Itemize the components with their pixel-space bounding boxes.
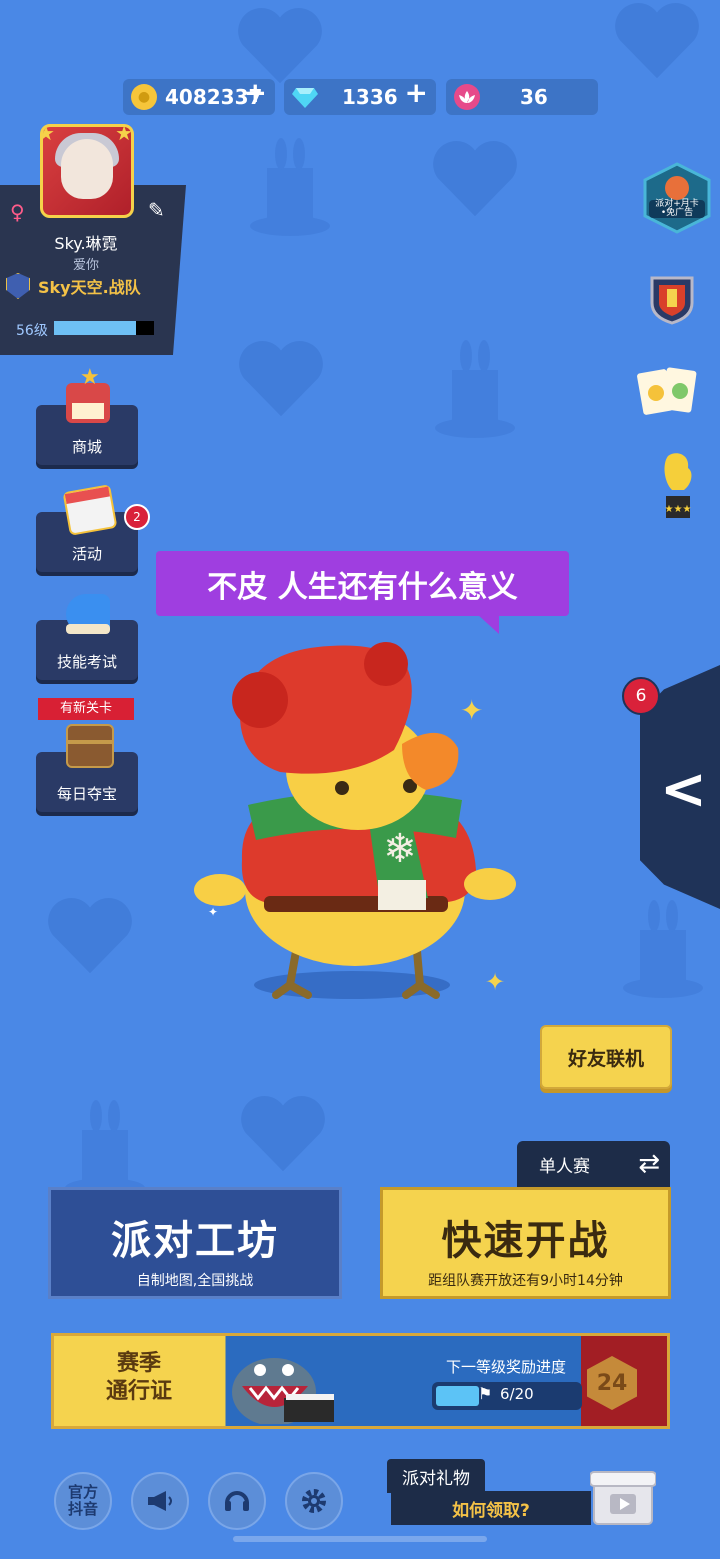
party-workshop-subtitle: 自制地图,全国挑战 <box>136 1273 254 1289</box>
coin-icon: ● <box>131 84 157 110</box>
customer-service-button[interactable] <box>208 1472 266 1530</box>
douyin-label-line2: 抖音 <box>67 1500 98 1518</box>
gift-box-icon[interactable] <box>590 1462 656 1526</box>
edit-profile-icon[interactable]: ✎ <box>148 198 165 222</box>
cards-icon[interactable] <box>636 365 698 417</box>
quick-battle-button[interactable]: 快速开战 距组队赛开放还有9小时14分钟 <box>380 1187 671 1299</box>
season-pass-title-line2: 通行证 <box>105 1379 172 1404</box>
team-row[interactable]: Sky天空.战队 <box>6 273 141 299</box>
treasure-chest-icon <box>66 724 114 768</box>
flag-icon: ⚑ <box>478 1384 493 1403</box>
season-mascot-icon <box>232 1358 334 1424</box>
season-progress-text: 6/20 <box>500 1385 534 1403</box>
game-mode-label: 单人赛 <box>539 1156 590 1177</box>
season-level-badge: 24 <box>587 1356 637 1410</box>
speech-bubble: 不皮 人生还有什么意义 <box>156 551 569 634</box>
speech-text: 不皮 人生还有什么意义 <box>207 569 518 605</box>
party-workshop-button[interactable]: 派对工坊 自制地图,全国挑战 <box>48 1187 342 1299</box>
settings-button[interactable] <box>285 1472 343 1530</box>
activity-label: 活动 <box>71 545 102 563</box>
diamonds-counter[interactable]: 1336 + <box>284 76 436 115</box>
douyin-label-line1: 官方 <box>67 1483 98 1501</box>
team-crest-icon[interactable] <box>649 275 695 325</box>
party-card-ad-icon[interactable]: 派对+月卡 •免广告 <box>641 160 713 236</box>
team-name: Sky天空.战队 <box>38 278 141 297</box>
team-trophy-icon <box>6 273 30 299</box>
svg-text:★★★: ★★★ <box>665 504 692 515</box>
season-pass-banner[interactable]: 赛季 通行证 下一等级奖励进度 ⚑ 6/20 24 <box>51 1333 670 1429</box>
season-pass-title-line1: 赛季 <box>116 1351 161 1376</box>
chevron-left-icon: < <box>660 757 707 822</box>
svg-text:❄: ❄ <box>383 826 417 872</box>
add-diamonds-button[interactable]: + <box>405 76 428 109</box>
activity-button[interactable]: 活动 <box>36 484 138 572</box>
coins-counter[interactable]: ● 4082337 + <box>123 76 275 115</box>
avatar[interactable]: ★ ★ <box>40 124 134 218</box>
svg-text:✦: ✦ <box>485 968 505 996</box>
quick-battle-title: 快速开战 <box>441 1218 610 1264</box>
party-card-ad-text: 派对+月卡 •免广告 <box>655 199 699 218</box>
party-gift-panel[interactable]: 派对礼物 如何领取? <box>387 1459 591 1525</box>
game-mode-selector[interactable]: 单人赛 ⇄ <box>517 1141 670 1187</box>
shop-button[interactable]: ★ 商城 <box>36 365 138 465</box>
season-progress-bar: ⚑ 6/20 <box>432 1382 582 1410</box>
svg-text:✦: ✦ <box>460 694 483 727</box>
sneaker-icon <box>66 594 110 634</box>
activity-badge: 2 <box>124 504 150 530</box>
shop-label: 商城 <box>71 438 102 456</box>
add-coins-button[interactable]: + <box>244 76 267 109</box>
season-pass-title: 赛季 通行证 <box>64 1350 214 1406</box>
player-name: Sky.琳霓 <box>54 234 118 253</box>
how-to-claim-link[interactable]: 如何领取? <box>391 1491 591 1525</box>
gender-female-icon: ♀ <box>10 200 25 224</box>
friend-play-button[interactable]: 好友联机 <box>540 1025 672 1089</box>
player-level: 56级 <box>16 323 48 339</box>
quick-battle-subtitle: 距组队赛开放还有9小时14分钟 <box>428 1273 623 1289</box>
new-level-tag: 有新关卡 <box>38 698 134 720</box>
player-signature: 爱你 <box>72 258 99 273</box>
party-gift-title: 派对礼物 <box>387 1459 485 1493</box>
side-drawer-badge: 6 <box>622 677 660 715</box>
skill-test-button[interactable]: 技能考试 <box>36 594 138 680</box>
lotus-counter[interactable]: 36 <box>446 79 598 115</box>
svg-text:✦: ✦ <box>208 905 218 919</box>
daily-treasure-button[interactable]: 每日夺宝 <box>36 724 138 812</box>
lotus-icon <box>454 84 480 110</box>
party-workshop-title: 派对工坊 <box>111 1218 279 1264</box>
gear-icon <box>302 1489 326 1513</box>
home-indicator[interactable] <box>233 1536 487 1542</box>
calendar-icon <box>62 484 118 536</box>
lotus-value: 36 <box>520 85 548 109</box>
skill-test-label: 技能考试 <box>56 653 117 671</box>
next-level-reward-label: 下一等级奖励进度 <box>446 1358 567 1376</box>
official-douyin-button[interactable]: 官方 抖音 <box>54 1472 112 1530</box>
level-progress-bar <box>54 321 154 335</box>
shop-icon: ★ <box>66 365 110 423</box>
announcement-button[interactable] <box>131 1472 189 1530</box>
headset-icon <box>225 1491 249 1511</box>
chick-character[interactable]: ❄ ✦ ✦ ✦ <box>180 640 520 1010</box>
switch-mode-icon[interactable]: ⇄ <box>638 1149 660 1179</box>
daily-treasure-label: 每日夺宝 <box>56 785 117 803</box>
diamonds-value: 1336 <box>342 85 398 109</box>
trophy-icon[interactable]: ★★★ <box>654 450 700 520</box>
megaphone-icon <box>148 1491 172 1511</box>
diamond-icon <box>292 84 318 110</box>
